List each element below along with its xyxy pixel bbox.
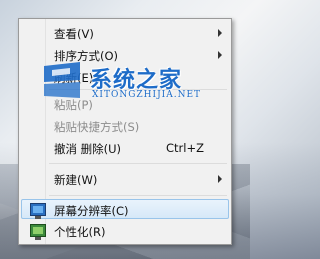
menu-item-sort-by[interactable]: 排序方式(O) (21, 44, 229, 64)
submenu-arrow-icon (218, 29, 222, 37)
menu-item-shortcut: Ctrl+Z (166, 141, 204, 155)
menu-item-view[interactable]: 查看(V) (21, 22, 229, 42)
menu-separator (49, 163, 227, 164)
personalize-icon (30, 224, 46, 240)
menu-separator (49, 195, 227, 196)
menu-item-label: 粘贴快捷方式(S) (54, 120, 140, 134)
menu-item-paste-shortcut[interactable]: 粘贴快捷方式(S) (21, 115, 229, 135)
menu-item-label: 查看(V) (54, 27, 94, 41)
menu-item-label: 个性化(R) (54, 225, 106, 239)
submenu-arrow-icon (218, 175, 222, 183)
menu-item-undo-delete[interactable]: 撤消 删除(U) Ctrl+Z (21, 137, 229, 157)
menu-item-label: 排序方式(O) (54, 49, 119, 63)
menu-item-personalize[interactable]: 个性化(R) (21, 220, 229, 240)
menu-item-screen-resolution[interactable]: 屏幕分辨率(C) (21, 199, 229, 219)
menu-item-label: 刷新(E) (54, 71, 94, 85)
menu-separator (49, 89, 227, 90)
menu-item-refresh[interactable]: 刷新(E) (21, 66, 229, 86)
submenu-arrow-icon (218, 51, 222, 59)
menu-item-label: 撤消 删除(U) (54, 142, 122, 156)
menu-item-paste[interactable]: 粘贴(P) (21, 93, 229, 113)
menu-item-new[interactable]: 新建(W) (21, 168, 229, 188)
menu-item-label: 新建(W) (54, 173, 98, 187)
desktop-context-menu: 查看(V) 排序方式(O) 刷新(E) 粘贴(P) 粘贴快捷方式(S) 撤消 删… (18, 18, 232, 245)
menu-item-label: 粘贴(P) (54, 98, 93, 112)
monitor-icon (30, 203, 46, 219)
menu-item-label: 屏幕分辨率(C) (54, 204, 129, 218)
